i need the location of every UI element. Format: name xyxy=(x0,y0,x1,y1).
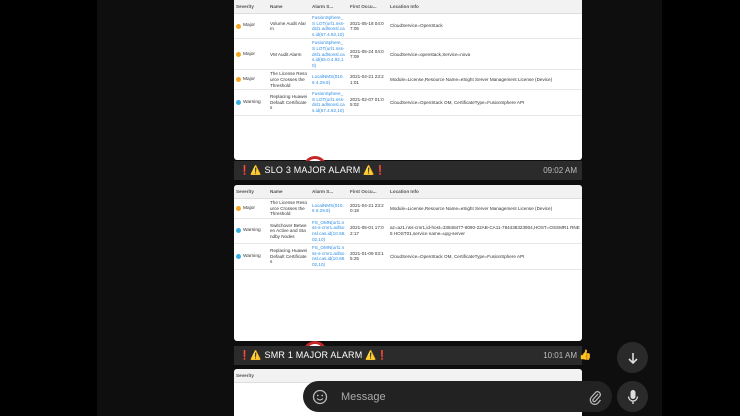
alarm-source-link[interactable]: FusionSphere_S LOT(url1.nss-dsl1.adlsons… xyxy=(310,89,348,116)
severity-cell: Warning xyxy=(236,254,266,260)
column-header[interactable]: Location Info xyxy=(388,185,582,199)
message-input[interactable] xyxy=(339,389,588,404)
location-info-cell: CloudService=openstack,Service=nova xyxy=(388,38,582,71)
alarm-table: Severity Name Alarm S... First Occu... Locat… xyxy=(234,185,582,270)
alarm-table-screenshot-2[interactable]: Severity Name Alarm S... First Occu... Locat… xyxy=(234,185,582,341)
severity-cell: Warning xyxy=(236,100,266,106)
first-occurred-cell: 2021-02-07 01:05:02 xyxy=(348,89,388,116)
message-caption[interactable]: ❗⚠️ SLO 3 MAJOR ALARM ⚠️❗ 09:02 AM xyxy=(234,161,582,180)
location-info-cell: CloudService=OpenStack OM, CertificateTy… xyxy=(388,89,582,116)
scroll-down-button[interactable] xyxy=(617,342,648,373)
severity-dot-icon xyxy=(236,205,241,211)
chat-pane: Severity Name Alarm S... First Occu... Locat… xyxy=(97,0,662,416)
first-occurred-cell: 2021-01-09 03:15:25 xyxy=(348,243,388,270)
column-header[interactable]: First Occu... xyxy=(348,0,388,14)
first-occurred-cell: 2021-05-01 17:02:17 xyxy=(348,218,388,245)
table-header-row: Severity Name Alarm S... First Occu... Locat… xyxy=(234,185,582,199)
alarm-name-cell: Replacing Huawei Default Certificates xyxy=(268,89,310,116)
severity-label: Warning xyxy=(243,228,261,234)
table-row[interactable]: Major The License Resource Crosses the Th… xyxy=(234,198,582,219)
severity-dot-icon xyxy=(236,23,241,29)
severity-label: Major xyxy=(243,51,255,57)
first-occurred-cell: 2021-04-21 23:20:18 xyxy=(348,198,388,219)
severity-label: Major xyxy=(243,23,255,29)
severity-cell: Major xyxy=(236,52,266,58)
table-header-row: Severity Name Alarm S... First Occu... Locat… xyxy=(234,0,582,14)
first-occurred-cell: 2021-05-18 04:07:05 xyxy=(348,13,388,40)
column-header[interactable]: Severity xyxy=(234,0,268,14)
severity-dot-icon xyxy=(236,51,241,57)
severity-cell: Major xyxy=(236,23,266,29)
severity-cell: Major xyxy=(236,77,266,83)
microphone-icon xyxy=(627,389,638,404)
column-header[interactable]: Name xyxy=(268,0,310,14)
table-row[interactable]: Warning Replacing Huawei Default Certific… xyxy=(234,89,582,116)
paperclip-icon[interactable] xyxy=(588,389,602,405)
table-row[interactable]: Major VM Audit Alarm FusionSphere_S LOT(ur… xyxy=(234,38,582,71)
alarm-source-link[interactable]: FusionSphere_S LOT(url1.nss-dsl1.adlsons… xyxy=(310,13,348,40)
severity-dot-icon xyxy=(236,77,241,83)
smiley-face-icon[interactable] xyxy=(309,386,331,408)
message-timestamp: 10:01 AM xyxy=(543,351,577,360)
column-header[interactable]: Alarm S... xyxy=(310,0,348,14)
alarm-source-link[interactable]: LocalNMS(010.6 6.29.8) xyxy=(310,198,348,219)
column-header[interactable]: First Occu... xyxy=(348,185,388,199)
alarm-name-cell: The License Resource Crosses the Thresho… xyxy=(268,198,310,219)
alarm-name-cell: The License Resource Crosses the Thresho… xyxy=(268,69,310,91)
column-header[interactable]: Name xyxy=(268,185,310,199)
severity-label: Major xyxy=(243,76,255,82)
alarm-name-cell: VM Audit Alarm xyxy=(268,38,310,71)
message-composer xyxy=(303,381,612,412)
table-row[interactable]: Major The License Resource Crosses the Th… xyxy=(234,69,582,91)
voice-message-button[interactable] xyxy=(617,381,648,412)
severity-label: Warning xyxy=(243,253,261,259)
severity-cell: Warning xyxy=(236,228,266,234)
severity-label: Major xyxy=(243,205,255,211)
message-timestamp: 09:02 AM xyxy=(543,166,577,175)
column-header[interactable]: Alarm S... xyxy=(310,185,348,199)
location-info-cell: Module=License,Resource Name=eSight Serv… xyxy=(388,198,582,219)
table-row[interactable]: Warning Replacing Huawei Default Certific… xyxy=(234,243,582,270)
message-caption[interactable]: ❗⚠️ SMR 1 MAJOR ALARM ⚠️❗ 10:01 AM xyxy=(234,346,582,365)
alarm-source-link[interactable]: LocalNMS(010.6 4.29.8) xyxy=(310,69,348,91)
column-header: Severity xyxy=(234,369,268,383)
alarm-source-link[interactable]: FS_OMN(url1.nss-s-cmr1.adlsonsl.cas.id(1… xyxy=(310,218,348,245)
location-info-cell: CloudService=OpenStack xyxy=(388,13,582,40)
first-occurred-cell: 2021-04-21 23:21:01 xyxy=(348,69,388,91)
severity-dot-icon xyxy=(236,253,241,259)
location-info-cell: CloudService=OpenStack OM, CertificateTy… xyxy=(388,243,582,270)
severity-dot-icon xyxy=(236,228,241,234)
alarm-source-link[interactable]: FusionSphere_S LOT(url1.nss-dsl1.adlsons… xyxy=(310,38,348,71)
alarm-name-cell: Switchover Between Active and Standby No… xyxy=(268,218,310,245)
table-row[interactable]: Major Volume Audit Alarm FusionSphere_S LO… xyxy=(234,13,582,40)
alarm-table-screenshot-1[interactable]: Severity Name Alarm S... First Occu... Locat… xyxy=(234,0,582,160)
location-info-cell: az=az1.nss-cmr1,id-host=33848477-8090-22… xyxy=(388,218,582,245)
caption-text: ❗⚠️ SLO 3 MAJOR ALARM ⚠️❗ xyxy=(239,165,386,175)
alarm-name-cell: Replacing Huawei Default Certificates xyxy=(268,243,310,270)
severity-cell: Major xyxy=(236,206,266,212)
alarm-table: Severity Name Alarm S... First Occu... Locat… xyxy=(234,0,582,116)
table-row[interactable]: Warning Switchover Between Active and Sta… xyxy=(234,218,582,245)
severity-label: Warning xyxy=(243,99,261,105)
severity-dot-icon xyxy=(236,99,241,105)
first-occurred-cell: 2021-05-24 04:07:09 xyxy=(348,38,388,71)
column-header[interactable]: Location Info xyxy=(388,0,582,14)
alarm-source-link[interactable]: FS_OMN(url1.nss-s-cmr1.adlsonsl.cas.id(1… xyxy=(310,243,348,270)
alarm-name-cell: Volume Audit Alarm xyxy=(268,13,310,40)
location-info-cell: Module=License,Resource Name=eSight Serv… xyxy=(388,69,582,91)
arrow-down-icon xyxy=(627,352,638,364)
column-header[interactable]: Severity xyxy=(234,185,268,199)
caption-text: ❗⚠️ SMR 1 MAJOR ALARM ⚠️❗ xyxy=(239,350,388,360)
thumbs-up-reaction[interactable]: 👍 xyxy=(579,350,591,361)
